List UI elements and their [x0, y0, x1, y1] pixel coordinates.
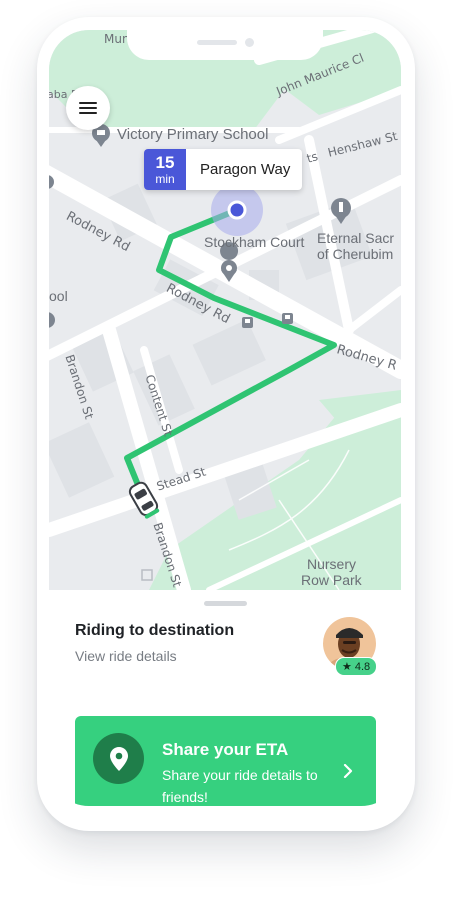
hamburger-icon [79, 101, 97, 115]
speaker-grille [197, 40, 237, 45]
street-label: Mun [104, 32, 130, 46]
school-label: Victory Primary School [117, 126, 269, 143]
star-icon: ★ [342, 661, 352, 673]
eta-minutes: 15 [155, 153, 175, 172]
bus-stop-icon [282, 313, 293, 324]
eta-callout[interactable]: 15 min Paragon Way [144, 149, 303, 190]
drag-handle[interactable] [204, 601, 247, 606]
place-label: Stockham Court [204, 234, 305, 250]
share-description: Share your ride details to friends! [162, 767, 318, 805]
front-camera [245, 38, 254, 47]
eta-unit: min [155, 172, 175, 186]
bus-stop-icon [242, 317, 253, 328]
map-view[interactable]: Mun aba R Victory Primary School John Ma… [49, 30, 401, 590]
eta-time-box: 15 min [144, 149, 186, 190]
view-ride-details-link[interactable]: View ride details [75, 648, 177, 664]
driver-rating-badge: ★ 4.8 [335, 657, 378, 676]
app-screen: Mun aba R Victory Primary School John Ma… [49, 30, 401, 806]
place-label: Eternal Sacr [317, 230, 395, 246]
eta-destination: Paragon Way [200, 161, 291, 178]
destination-marker [227, 200, 247, 220]
phone-notch [127, 30, 323, 60]
driver-rating: 4.8 [354, 660, 371, 673]
park-label: Row Park [301, 572, 362, 588]
park-label: Nursery [307, 556, 357, 572]
place-label: of Cherubim [317, 246, 394, 262]
location-pin-icon [93, 733, 144, 784]
share-title: Share your ETA [162, 740, 289, 759]
chevron-right-icon [343, 763, 353, 782]
ride-status-title: Riding to destination [75, 622, 235, 639]
share-eta-card[interactable]: Share your ETA Share your ride details t… [75, 716, 376, 806]
bottom-sheet[interactable]: Riding to destination View ride details … [49, 590, 401, 806]
menu-button[interactable] [66, 86, 110, 130]
place-label: ool [49, 288, 68, 304]
